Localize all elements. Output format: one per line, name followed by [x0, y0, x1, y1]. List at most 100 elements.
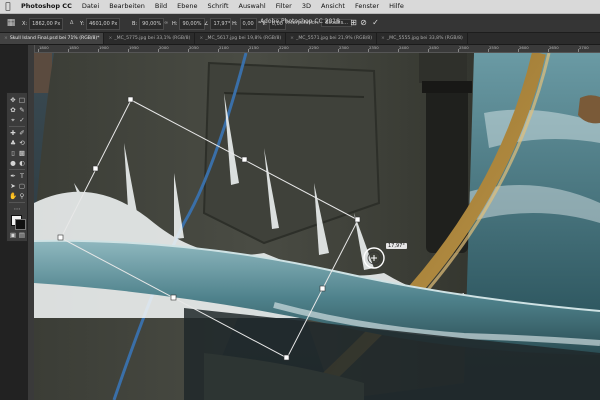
tab-label: _MC_5617.jpg bei 19,8% (RGB/8): [205, 36, 282, 41]
hand-tool-icon[interactable]: ✋: [9, 192, 17, 200]
h-skew-value[interactable]: 0,00: [239, 18, 257, 30]
brush-tool-icon[interactable]: ✐: [18, 129, 26, 137]
ruler-tick-mark: [518, 49, 519, 52]
transform-tool-icon[interactable]: ▦: [4, 17, 18, 29]
v-skew-value[interactable]: 0,00: [268, 18, 286, 30]
pen-tool-icon[interactable]: ✒: [9, 172, 17, 180]
close-tab-icon[interactable]: ×: [199, 36, 203, 41]
quick-select-tool-icon[interactable]: ✎: [18, 106, 26, 114]
menu-bearbeiten[interactable]: Bearbeiten: [104, 0, 150, 13]
tab-label: _MC_5775.jpg bei 33,1% (RGB/8): [114, 36, 191, 41]
ruler-tick-label: 2700: [579, 45, 589, 50]
link-aspect-icon[interactable]: ∞: [164, 18, 168, 28]
height-field[interactable]: H: 90,00%: [172, 18, 205, 30]
v-skew-field[interactable]: ° V: 0,00: [258, 18, 286, 30]
transform-handle[interactable]: [170, 294, 177, 301]
ruler-tick-label: 2200: [279, 45, 289, 50]
close-tab-icon[interactable]: ×: [108, 36, 112, 41]
h-value[interactable]: 90,00%: [179, 18, 205, 30]
width-field[interactable]: B: 90,00%: [132, 18, 165, 30]
transform-handle[interactable]: [241, 156, 248, 163]
zoom-tool-icon[interactable]: ⚲: [18, 192, 26, 200]
menu-auswahl[interactable]: Auswahl: [234, 0, 271, 13]
eraser-tool-icon[interactable]: ▯: [9, 149, 17, 157]
ruler-tick-label: 2250: [309, 45, 319, 50]
gradient-tool-icon[interactable]: ▩: [18, 149, 26, 157]
transform-handle[interactable]: [283, 354, 290, 361]
ruler-tick-mark: [278, 49, 279, 52]
ruler-tick-mark: [368, 49, 369, 52]
menu-bild[interactable]: Bild: [150, 0, 172, 13]
relative-position-toggle[interactable]: Δ: [70, 18, 73, 28]
marquee-tool-icon[interactable]: □: [18, 96, 26, 104]
w-value[interactable]: 90,00%: [139, 18, 165, 30]
x-position-field[interactable]: X: 1862,00 Px: [22, 18, 64, 30]
cancel-icon[interactable]: ⊘: [358, 17, 369, 28]
menu-ebene[interactable]: Ebene: [172, 0, 202, 13]
tab-mc-5775[interactable]: × _MC_5775.jpg bei 33,1% (RGB/8): [104, 33, 196, 44]
menu-schrift[interactable]: Schrift: [202, 0, 233, 13]
h-skew-field[interactable]: ° H: 0,00: [228, 18, 257, 30]
close-tab-icon[interactable]: ×: [290, 36, 294, 41]
ruler-tick-label: 2450: [429, 45, 439, 50]
transform-handle[interactable]: [57, 234, 64, 241]
ruler-tick-mark: [98, 49, 99, 52]
document-canvas[interactable]: 17,97°: [34, 53, 600, 400]
menu-hilfe[interactable]: Hilfe: [384, 0, 409, 13]
tab-mc-5571[interactable]: × _MC_5571.jpg bei 21,9% (RGB/8): [286, 33, 378, 44]
macos-menubar:  Photoshop CC Datei Bearbeiten Bild Ebe…: [0, 0, 600, 14]
menu-fenster[interactable]: Fenster: [350, 0, 384, 13]
tab-label: _MC_5555.jpg bei 33,8% (RGB/8): [386, 36, 463, 41]
close-tab-icon[interactable]: ×: [381, 36, 385, 41]
clone-stamp-tool-icon[interactable]: ♣: [9, 139, 17, 147]
menu-3d[interactable]: 3D: [297, 0, 316, 13]
ruler-tick-label: 2400: [399, 45, 409, 50]
blur-tool-icon[interactable]: ●: [9, 159, 17, 167]
eyedropper-tool-icon[interactable]: ✓: [18, 116, 26, 124]
x-label: X:: [22, 21, 28, 27]
background-color-swatch[interactable]: [15, 219, 26, 230]
crop-tool-icon[interactable]: ⌖: [9, 116, 17, 124]
shape-tool-icon[interactable]: ▢: [18, 182, 26, 190]
checkmark-icon[interactable]: ✓: [370, 17, 381, 28]
transform-handle[interactable]: [127, 96, 134, 103]
tab-skull-island[interactable]: × Skull Island Final.psd bei 71% (RGB/8)*: [0, 33, 105, 44]
y-position-field[interactable]: Y: 4601,00 Px: [80, 18, 121, 30]
dodge-tool-icon[interactable]: ◐: [18, 159, 26, 167]
transform-handle[interactable]: [319, 285, 326, 292]
menu-app-name[interactable]: Photoshop CC: [16, 0, 77, 13]
tab-mc-5617[interactable]: × _MC_5617.jpg bei 19,8% (RGB/8): [195, 33, 287, 44]
transform-handle[interactable]: [354, 216, 361, 223]
ruler-tick-label: 2300: [339, 45, 349, 50]
rotation-field[interactable]: ∠ 17,97: [204, 18, 231, 30]
ruler-tick-mark: [128, 49, 129, 52]
x-value[interactable]: 1862,00 Px: [29, 18, 64, 30]
transform-handle[interactable]: [92, 165, 99, 172]
tab-mc-5555[interactable]: × _MC_5555.jpg bei 33,8% (RGB/8): [377, 33, 468, 44]
ruler-tick-label: 1900: [99, 45, 109, 50]
apple-logo-icon[interactable]: : [0, 2, 16, 12]
ruler-tick-label: 2000: [159, 45, 169, 50]
quick-mask-icon[interactable]: ▣: [9, 231, 17, 239]
lasso-tool-icon[interactable]: ✿: [9, 106, 17, 114]
path-selection-tool-icon[interactable]: ➤: [9, 182, 17, 190]
interpolation-select[interactable]: Interpolation: Bikubis...: [286, 18, 352, 28]
history-brush-tool-icon[interactable]: ⟲: [18, 139, 26, 147]
screen-mode-icon[interactable]: ▤: [18, 231, 26, 239]
y-label: Y:: [80, 21, 85, 27]
ruler-tick-label: 2550: [489, 45, 499, 50]
ruler-tick-mark: [68, 49, 69, 52]
move-tool-icon[interactable]: ✥: [9, 96, 17, 104]
menu-ansicht[interactable]: Ansicht: [316, 0, 350, 13]
horizontal-ruler[interactable]: 1800 1850 1900 1950 2000 2050 2100 2150 2200 2250…: [34, 45, 600, 53]
angle-icon: ∠: [204, 21, 209, 27]
healing-brush-tool-icon[interactable]: ✚: [9, 129, 17, 137]
type-tool-icon[interactable]: T: [18, 172, 26, 180]
more-tools-icon[interactable]: ⋯: [13, 205, 21, 213]
menu-filter[interactable]: Filter: [271, 0, 297, 13]
canvas-artwork[interactable]: [34, 53, 600, 400]
menu-datei[interactable]: Datei: [77, 0, 104, 13]
y-value[interactable]: 4601,00 Px: [86, 18, 121, 30]
photoshop-window:  Photoshop CC Datei Bearbeiten Bild Ebe…: [0, 0, 600, 400]
close-tab-icon[interactable]: ×: [4, 36, 8, 41]
